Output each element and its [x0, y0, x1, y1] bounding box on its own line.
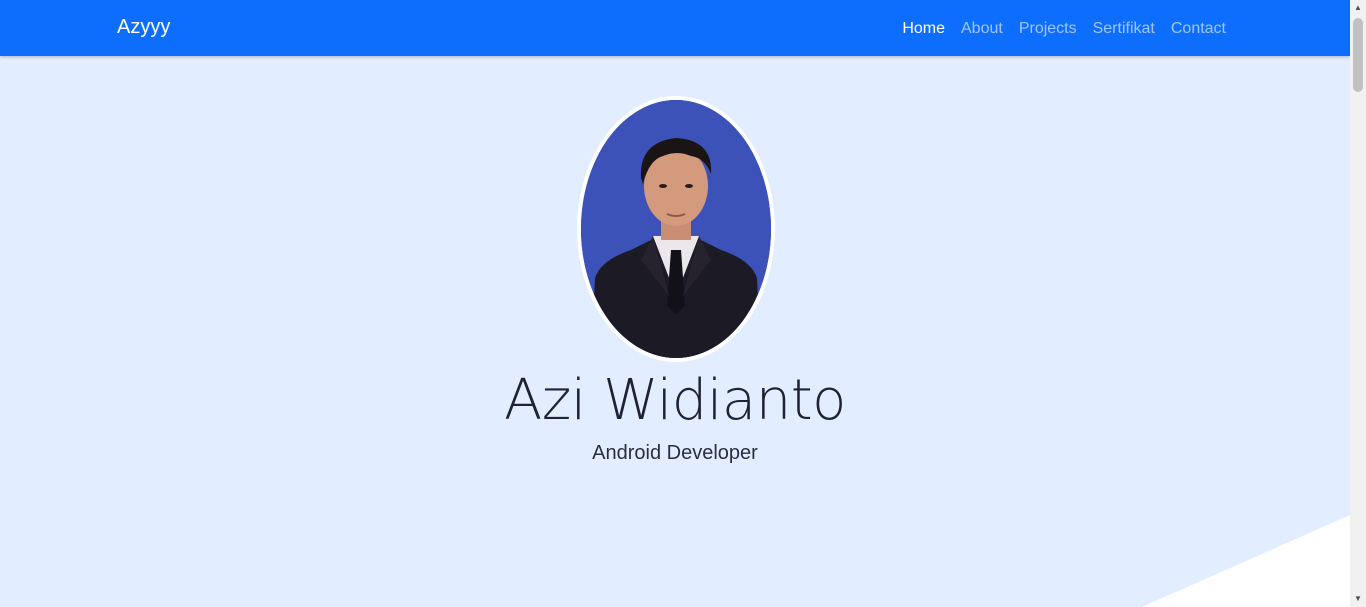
profile-photo	[581, 100, 771, 358]
avatar-frame	[577, 96, 775, 362]
nav-link-about[interactable]: About	[961, 20, 1003, 37]
hero-name: Azi Widianto	[504, 368, 846, 433]
nav-link-contact[interactable]: Contact	[1171, 20, 1226, 37]
scroll-up-icon[interactable]: ▲	[1350, 0, 1366, 16]
scroll-down-icon[interactable]: ▼	[1350, 591, 1366, 607]
hero-section: Azi Widianto Android Developer	[0, 56, 1350, 607]
vertical-scrollbar[interactable]: ▲ ▼	[1350, 0, 1366, 607]
nav-menu: Home About Projects Sertifikat Contact	[902, 19, 1226, 39]
brand-link[interactable]: Azyyy	[117, 16, 170, 39]
nav-link-home[interactable]: Home	[902, 20, 945, 37]
scroll-thumb[interactable]	[1353, 18, 1363, 92]
nav-link-sertifikat[interactable]: Sertifikat	[1093, 20, 1155, 37]
page-viewport: Azyyy Home About Projects Sertifikat Con…	[0, 0, 1350, 607]
hero-role: Android Developer	[592, 442, 758, 464]
nav-link-projects[interactable]: Projects	[1019, 20, 1077, 37]
navbar: Azyyy Home About Projects Sertifikat Con…	[0, 0, 1350, 56]
